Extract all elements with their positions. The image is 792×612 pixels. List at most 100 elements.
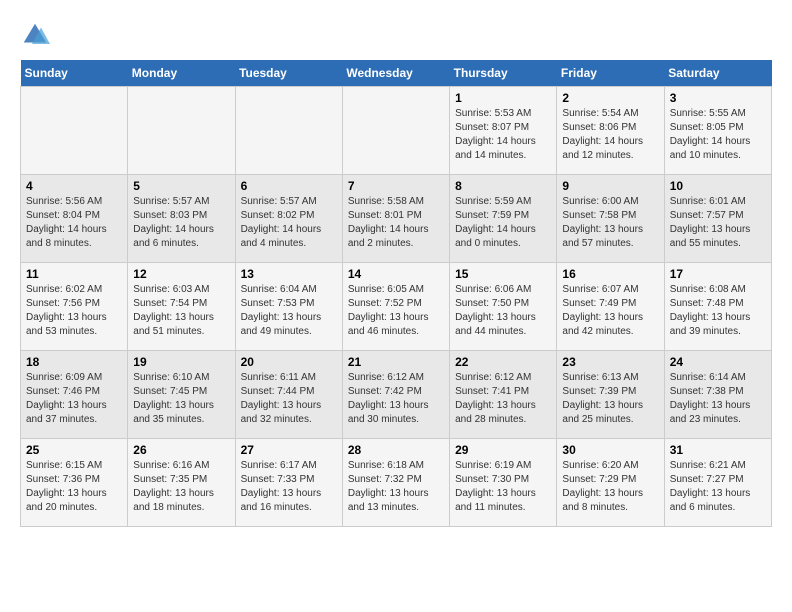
calendar-cell: 9 Sunrise: 6:00 AM Sunset: 7:58 PM Daylig… [557, 175, 664, 263]
calendar-cell: 13 Sunrise: 6:04 AM Sunset: 7:53 PM Dayli… [235, 263, 342, 351]
day-info: Sunrise: 6:20 AM Sunset: 7:29 PM Dayligh… [562, 459, 658, 515]
day-info: Sunrise: 6:13 AM Sunset: 7:39 PM Dayligh… [562, 371, 658, 427]
day-info: Sunrise: 6:01 AM Sunset: 7:57 PM Dayligh… [670, 195, 766, 251]
day-number: 19 [133, 355, 229, 369]
weekday-header: Friday [557, 60, 664, 87]
day-number: 13 [241, 267, 337, 281]
day-number: 31 [670, 443, 766, 457]
day-info: Sunrise: 6:08 AM Sunset: 7:48 PM Dayligh… [670, 283, 766, 339]
day-number: 24 [670, 355, 766, 369]
day-number: 10 [670, 179, 766, 193]
day-number: 14 [348, 267, 444, 281]
day-info: Sunrise: 5:59 AM Sunset: 7:59 PM Dayligh… [455, 195, 551, 251]
day-info: Sunrise: 5:53 AM Sunset: 8:07 PM Dayligh… [455, 107, 551, 163]
calendar-cell: 15Sunrise: 6:06 AM Sunset: 7:50 PM Dayli… [450, 263, 557, 351]
calendar-cell: 30Sunrise: 6:20 AM Sunset: 7:29 PM Dayli… [557, 439, 664, 527]
calendar-week-row: 18 Sunrise: 6:09 AM Sunset: 7:46 PM Dayli… [21, 351, 772, 439]
day-info: Sunrise: 5:58 AM Sunset: 8:01 PM Dayligh… [348, 195, 444, 251]
day-info: Sunrise: 6:18 AM Sunset: 7:32 PM Dayligh… [348, 459, 444, 515]
weekday-header: Monday [128, 60, 235, 87]
day-number: 17 [670, 267, 766, 281]
calendar-week-row: 4 Sunrise: 5:56 AM Sunset: 8:04 PM Daylig… [21, 175, 772, 263]
calendar-cell: 24Sunrise: 6:14 AM Sunset: 7:38 PM Dayli… [664, 351, 771, 439]
calendar-cell: 17 Sunrise: 6:08 AM Sunset: 7:48 PM Dayli… [664, 263, 771, 351]
day-info: Sunrise: 6:05 AM Sunset: 7:52 PM Dayligh… [348, 283, 444, 339]
day-info: Sunrise: 6:07 AM Sunset: 7:49 PM Dayligh… [562, 283, 658, 339]
day-info: Sunrise: 6:12 AM Sunset: 7:42 PM Dayligh… [348, 371, 444, 427]
weekday-header: Wednesday [342, 60, 449, 87]
calendar-cell [128, 87, 235, 175]
calendar-table: SundayMondayTuesdayWednesdayThursdayFrid… [20, 60, 772, 527]
weekday-header: Thursday [450, 60, 557, 87]
calendar-cell: 1 Sunrise: 5:53 AM Sunset: 8:07 PM Daylig… [450, 87, 557, 175]
day-info: Sunrise: 6:19 AM Sunset: 7:30 PM Dayligh… [455, 459, 551, 515]
weekday-header: Saturday [664, 60, 771, 87]
day-number: 9 [562, 179, 658, 193]
day-info: Sunrise: 6:02 AM Sunset: 7:56 PM Dayligh… [26, 283, 122, 339]
day-info: Sunrise: 6:21 AM Sunset: 7:27 PM Dayligh… [670, 459, 766, 515]
day-number: 18 [26, 355, 122, 369]
day-info: Sunrise: 5:57 AM Sunset: 8:02 PM Dayligh… [241, 195, 337, 251]
day-info: Sunrise: 6:12 AM Sunset: 7:41 PM Dayligh… [455, 371, 551, 427]
day-number: 26 [133, 443, 229, 457]
day-number: 22 [455, 355, 551, 369]
day-number: 8 [455, 179, 551, 193]
day-info: Sunrise: 6:09 AM Sunset: 7:46 PM Dayligh… [26, 371, 122, 427]
logo-icon [20, 20, 50, 50]
day-info: Sunrise: 6:15 AM Sunset: 7:36 PM Dayligh… [26, 459, 122, 515]
calendar-cell: 3 Sunrise: 5:55 AM Sunset: 8:05 PM Daylig… [664, 87, 771, 175]
day-number: 1 [455, 91, 551, 105]
day-info: Sunrise: 6:04 AM Sunset: 7:53 PM Dayligh… [241, 283, 337, 339]
calendar-cell [21, 87, 128, 175]
weekday-header: Sunday [21, 60, 128, 87]
calendar-cell: 22 Sunrise: 6:12 AM Sunset: 7:41 PM Dayli… [450, 351, 557, 439]
page-header [20, 20, 772, 50]
day-info: Sunrise: 6:16 AM Sunset: 7:35 PM Dayligh… [133, 459, 229, 515]
day-info: Sunrise: 6:11 AM Sunset: 7:44 PM Dayligh… [241, 371, 337, 427]
calendar-week-row: 1 Sunrise: 5:53 AM Sunset: 8:07 PM Daylig… [21, 87, 772, 175]
day-number: 3 [670, 91, 766, 105]
calendar-cell: 6 Sunrise: 5:57 AM Sunset: 8:02 PM Daylig… [235, 175, 342, 263]
day-info: Sunrise: 6:17 AM Sunset: 7:33 PM Dayligh… [241, 459, 337, 515]
day-info: Sunrise: 5:54 AM Sunset: 8:06 PM Dayligh… [562, 107, 658, 163]
calendar-cell: 12 Sunrise: 6:03 AM Sunset: 7:54 PM Dayli… [128, 263, 235, 351]
day-number: 25 [26, 443, 122, 457]
day-info: Sunrise: 5:55 AM Sunset: 8:05 PM Dayligh… [670, 107, 766, 163]
day-info: Sunrise: 6:03 AM Sunset: 7:54 PM Dayligh… [133, 283, 229, 339]
day-number: 23 [562, 355, 658, 369]
day-number: 12 [133, 267, 229, 281]
calendar-cell: 28Sunrise: 6:18 AM Sunset: 7:32 PM Dayli… [342, 439, 449, 527]
calendar-cell: 29 Sunrise: 6:19 AM Sunset: 7:30 PM Dayli… [450, 439, 557, 527]
calendar-cell: 10 Sunrise: 6:01 AM Sunset: 7:57 PM Dayli… [664, 175, 771, 263]
calendar-cell [342, 87, 449, 175]
day-number: 5 [133, 179, 229, 193]
day-number: 29 [455, 443, 551, 457]
calendar-cell [235, 87, 342, 175]
calendar-cell: 19 Sunrise: 6:10 AM Sunset: 7:45 PM Dayli… [128, 351, 235, 439]
day-info: Sunrise: 6:00 AM Sunset: 7:58 PM Dayligh… [562, 195, 658, 251]
calendar-cell: 20 Sunrise: 6:11 AM Sunset: 7:44 PM Dayli… [235, 351, 342, 439]
day-number: 21 [348, 355, 444, 369]
calendar-cell: 27 Sunrise: 6:17 AM Sunset: 7:33 PM Dayli… [235, 439, 342, 527]
calendar-cell: 31 Sunrise: 6:21 AM Sunset: 7:27 PM Dayli… [664, 439, 771, 527]
calendar-cell: 25 Sunrise: 6:15 AM Sunset: 7:36 PM Dayli… [21, 439, 128, 527]
calendar-cell: 18 Sunrise: 6:09 AM Sunset: 7:46 PM Dayli… [21, 351, 128, 439]
calendar-cell: 14 Sunrise: 6:05 AM Sunset: 7:52 PM Dayli… [342, 263, 449, 351]
day-number: 6 [241, 179, 337, 193]
day-info: Sunrise: 6:10 AM Sunset: 7:45 PM Dayligh… [133, 371, 229, 427]
calendar-cell: 7Sunrise: 5:58 AM Sunset: 8:01 PM Daylig… [342, 175, 449, 263]
day-info: Sunrise: 5:57 AM Sunset: 8:03 PM Dayligh… [133, 195, 229, 251]
day-number: 20 [241, 355, 337, 369]
weekday-header: Tuesday [235, 60, 342, 87]
header-row: SundayMondayTuesdayWednesdayThursdayFrid… [21, 60, 772, 87]
day-number: 4 [26, 179, 122, 193]
day-number: 2 [562, 91, 658, 105]
calendar-cell: 5 Sunrise: 5:57 AM Sunset: 8:03 PM Daylig… [128, 175, 235, 263]
logo [20, 20, 54, 50]
day-number: 11 [26, 267, 122, 281]
calendar-cell: 26 Sunrise: 6:16 AM Sunset: 7:35 PM Dayli… [128, 439, 235, 527]
day-info: Sunrise: 5:56 AM Sunset: 8:04 PM Dayligh… [26, 195, 122, 251]
calendar-cell: 11 Sunrise: 6:02 AM Sunset: 7:56 PM Dayli… [21, 263, 128, 351]
day-number: 27 [241, 443, 337, 457]
day-info: Sunrise: 6:06 AM Sunset: 7:50 PM Dayligh… [455, 283, 551, 339]
